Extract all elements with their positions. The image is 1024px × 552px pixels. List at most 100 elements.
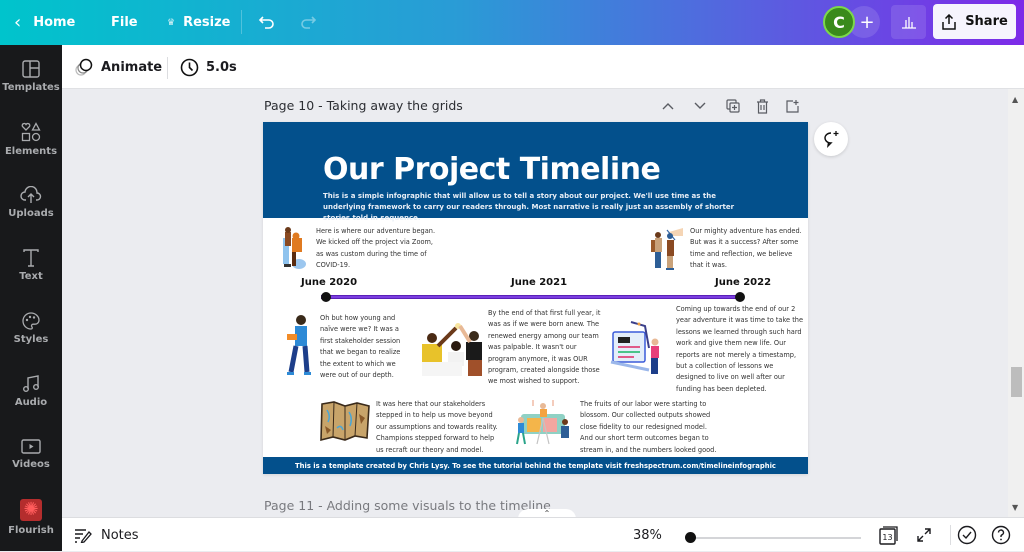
file-menu[interactable]: File	[111, 0, 138, 45]
chevron-left-icon: ‹	[14, 12, 22, 33]
sidebar-item-label: Elements	[4, 145, 58, 157]
sidebar-item-styles[interactable]: Styles	[0, 297, 62, 359]
share-button[interactable]: Share	[933, 4, 1016, 39]
sidebar-item-label: Styles	[13, 333, 49, 345]
duplicate-icon	[726, 99, 740, 113]
home-button[interactable]: ‹ Home	[14, 0, 75, 45]
scroll-down-arrow-icon[interactable]: ▼	[1012, 503, 1018, 512]
vertical-scrollbar[interactable]: ▲ ▼	[1008, 89, 1024, 517]
page-title[interactable]: Page 10 - Taking away the grids	[264, 98, 463, 113]
editor-toolbar: Animate 5.0s	[62, 45, 1024, 89]
design-page[interactable]: Our Project Timeline This is a simple in…	[263, 122, 808, 474]
sidebar-item-label: Flourish	[8, 524, 54, 536]
move-page-down-button[interactable]	[689, 95, 711, 117]
plus-icon: +	[859, 11, 875, 33]
sidebar-item-flourish[interactable]: ✺ Flourish	[0, 486, 62, 548]
undo-button[interactable]	[258, 0, 276, 45]
duplicate-page-button[interactable]	[722, 95, 744, 117]
divider	[241, 10, 242, 34]
move-page-up-button[interactable]	[657, 95, 679, 117]
templates-icon	[22, 59, 40, 78]
zoom-slider-track[interactable]	[686, 537, 861, 539]
sidebar-item-label: Uploads	[8, 207, 54, 219]
duration-label: 5.0s	[206, 59, 237, 75]
notes-icon	[75, 529, 92, 543]
delete-page-button[interactable]	[751, 95, 773, 117]
sidebar: Templates Elements Uploads Text Styles A…	[0, 45, 62, 551]
story-text-6: It was here that our stakeholders steppe…	[376, 400, 498, 454]
sidebar-item-label: Audio	[14, 396, 48, 408]
duration-button[interactable]: 5.0s	[180, 45, 237, 89]
notes-button[interactable]: Notes	[74, 518, 139, 552]
help-icon	[991, 525, 1011, 545]
puzzle-team-illustration	[516, 400, 569, 445]
report-writing-illustration	[610, 321, 659, 374]
uploads-icon	[20, 185, 42, 203]
confused-man-illustration	[287, 315, 311, 375]
zoom-level[interactable]: 38%	[633, 528, 662, 543]
check-circle-icon	[957, 525, 977, 545]
hikers-illustration	[283, 227, 306, 269]
sidebar-item-label: Text	[19, 270, 43, 282]
sidebar-item-videos[interactable]: Videos	[0, 423, 62, 485]
home-label: Home	[33, 15, 76, 30]
map-illustration	[320, 401, 370, 442]
resize-button[interactable]: ♛ Resize	[167, 0, 230, 45]
animate-label: Animate	[101, 59, 163, 75]
sidebar-item-templates[interactable]: Templates	[0, 45, 62, 107]
divider	[167, 57, 168, 79]
celebrating-hikers-illustration	[651, 228, 683, 270]
timeline-dot-start	[321, 292, 331, 302]
chevron-down-icon	[694, 102, 706, 109]
sidebar-item-audio[interactable]: Audio	[0, 360, 62, 422]
add-comment-button[interactable]	[814, 122, 848, 156]
next-page-title[interactable]: Page 11 - Adding some visuals to the tim…	[264, 498, 551, 513]
infographic-header: Our Project Timeline This is a simple in…	[263, 122, 808, 222]
infographic-footer: This is a template created by Chris Lysy…	[263, 457, 808, 474]
help-button[interactable]	[990, 524, 1012, 546]
share-label: Share	[965, 14, 1008, 29]
page-grid-button[interactable]: 13	[878, 524, 900, 546]
scroll-up-arrow-icon[interactable]: ▲	[1012, 95, 1018, 104]
file-label: File	[111, 15, 138, 30]
flourish-icon: ✺	[20, 498, 42, 521]
sidebar-item-label: Templates	[2, 81, 60, 93]
redo-button[interactable]	[299, 0, 317, 45]
date-label-start: June 2020	[301, 277, 358, 288]
canvas-area: Page 10 - Taking away the grids Our Proj…	[62, 89, 1008, 517]
sidebar-item-elements[interactable]: Elements	[0, 108, 62, 170]
story-text-1: Here is where our adventure began. We ki…	[316, 227, 436, 270]
video-icon	[21, 438, 41, 454]
infographic-title: Our Project Timeline	[323, 152, 661, 187]
fullscreen-button[interactable]	[913, 524, 935, 546]
sidebar-item-label: Videos	[12, 458, 50, 470]
svg-text:13: 13	[882, 533, 892, 542]
resize-label: Resize	[183, 15, 231, 30]
undo-icon	[258, 15, 274, 29]
scrollbar-thumb[interactable]	[1011, 367, 1022, 397]
sidebar-item-text[interactable]: Text	[0, 234, 62, 296]
text-icon	[23, 248, 39, 267]
palette-icon	[22, 311, 40, 330]
story-text-3: Oh but how young and naïve were we? It w…	[320, 314, 401, 380]
sidebar-item-uploads[interactable]: Uploads	[0, 171, 62, 233]
date-label-mid: June 2021	[511, 277, 568, 288]
notes-label: Notes	[101, 527, 139, 543]
animate-icon	[75, 58, 93, 76]
team-celebration-illustration	[422, 323, 482, 376]
music-note-icon	[23, 374, 39, 392]
chevron-up-icon	[662, 103, 674, 110]
trash-icon	[756, 98, 768, 114]
add-page-button[interactable]	[782, 95, 804, 117]
zoom-slider-handle[interactable]	[685, 532, 696, 543]
bottom-bar: Notes 38% 13	[62, 517, 1024, 551]
expand-icon	[917, 528, 931, 542]
story-text-4: By the end of that first full year, it w…	[488, 309, 601, 386]
elements-icon	[21, 121, 41, 141]
infographic-subtitle: This is a simple infographic that will a…	[323, 192, 735, 222]
check-button[interactable]	[956, 524, 978, 546]
insights-button[interactable]	[891, 5, 926, 39]
animate-button[interactable]: Animate	[74, 45, 162, 89]
divider	[950, 525, 951, 545]
avatar[interactable]: C	[823, 6, 855, 38]
